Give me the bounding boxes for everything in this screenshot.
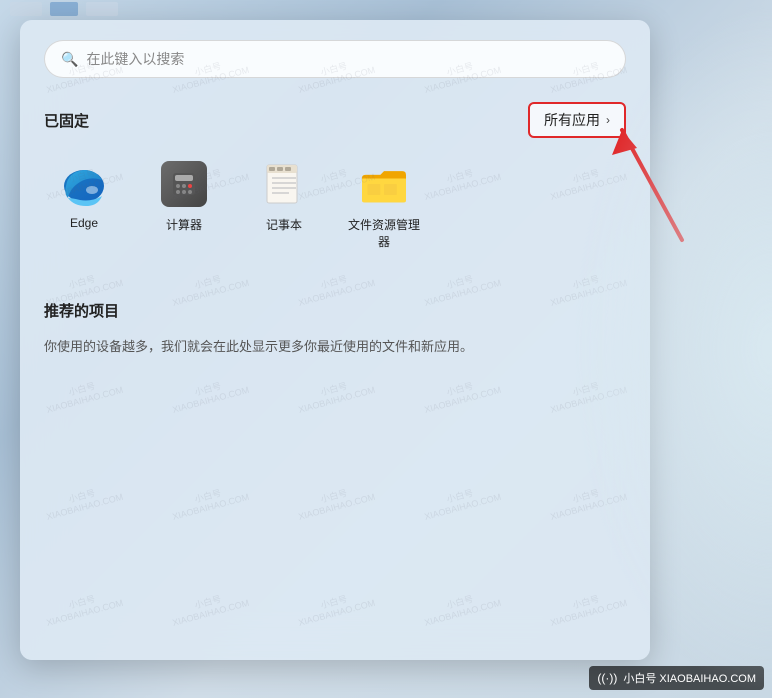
app-label-edge: Edge [70,216,98,230]
app-item-calculator[interactable]: 计算器 [144,158,224,250]
bottom-badge: ((·)) 小白号 XIAOBAIHAO.COM [589,666,764,690]
calculator-icon-shape [161,161,207,207]
app-label-explorer: 文件资源管理器 [344,216,424,250]
pinned-section-header: 已固定 所有应用 › [44,102,626,138]
desktop: 🔍 在此键入以搜索 已固定 所有应用 › [0,0,772,698]
badge-text: 小白号 XIAOBAIHAO.COM [623,670,756,686]
search-placeholder[interactable]: 在此键入以搜索 [86,49,609,69]
arrow-annotation [602,100,722,265]
recommended-section: 推荐的项目 你使用的设备越多，我们就会在此处显示更多你最近使用的文件和新应用。 [44,300,626,358]
taskbar-icon-3 [86,2,118,16]
app-icon-explorer [358,158,410,210]
chevron-right-icon: › [606,113,610,127]
app-item-notepad[interactable]: 记事本 [244,158,324,250]
start-menu: 🔍 在此键入以搜索 已固定 所有应用 › [20,20,650,660]
recommended-title: 推荐的项目 [44,300,626,321]
search-bar[interactable]: 🔍 在此键入以搜索 [44,40,626,78]
recommended-description: 你使用的设备越多，我们就会在此处显示更多你最近使用的文件和新应用。 [44,337,626,358]
pinned-title: 已固定 [44,110,89,131]
app-icon-edge [58,158,110,210]
wifi-icon: ((·)) [597,671,617,685]
taskbar-top [0,0,772,18]
search-icon: 🔍 [61,51,78,68]
app-label-calculator: 计算器 [166,216,202,233]
app-item-explorer[interactable]: 文件资源管理器 [344,158,424,250]
app-icon-calculator [158,158,210,210]
taskbar-icon-1 [10,2,42,16]
pinned-apps-grid: Edge [44,158,626,250]
all-apps-button[interactable]: 所有应用 › [528,102,626,138]
app-icon-notepad [258,158,310,210]
app-item-edge[interactable]: Edge [44,158,124,250]
all-apps-label: 所有应用 [544,110,600,130]
taskbar-icon-2 [50,2,78,16]
app-label-notepad: 记事本 [266,216,302,233]
